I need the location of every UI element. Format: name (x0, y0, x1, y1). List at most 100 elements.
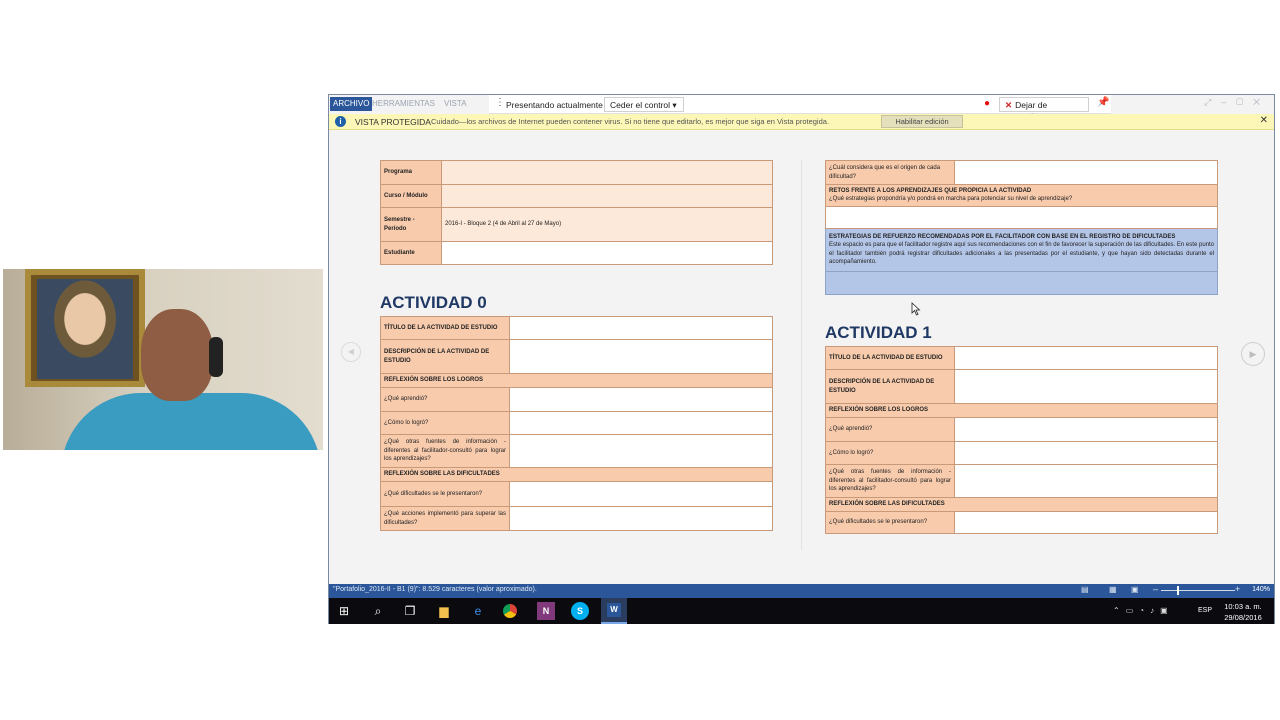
painting-image (37, 279, 133, 379)
estrategias-title: ESTRATEGIAS DE REFUERZO RECOMENDADAS POR… (829, 234, 1176, 240)
label-que-aprendio: ¿Qué aprendió? (825, 417, 955, 442)
table-row: ¿Qué otras fuentes de información - dife… (380, 434, 773, 468)
protected-view-message: Cuidado—los archivos de Internet pueden … (431, 117, 830, 126)
search-icon[interactable]: ⌕ (369, 602, 387, 620)
taskbar-clock[interactable]: 10:03 a. m. 29/08/2016 (1217, 601, 1269, 623)
cell-origen[interactable] (954, 160, 1218, 185)
webcam-video (3, 269, 323, 450)
edge-browser-icon[interactable]: e (469, 602, 487, 620)
pin-icon[interactable]: 📌 (1097, 97, 1109, 108)
table-row: ¿Cuál considera que es el origen de cada… (825, 160, 1218, 185)
label-origen: ¿Cuál considera que es el origen de cada… (825, 160, 955, 185)
zoom-slider-thumb[interactable] (1177, 586, 1179, 595)
table-row: ¿Qué dificultades se le presentaron? (825, 511, 1218, 534)
cell-titulo[interactable] (509, 316, 773, 340)
cell-que-aprendio[interactable] (954, 417, 1218, 442)
file-explorer-icon[interactable]: ▆ (435, 602, 453, 620)
previous-page-button[interactable]: ◀ (341, 342, 361, 362)
table-row: REFLEXIÓN SOBRE LAS DIFICULTADES (380, 467, 773, 482)
tab-vista[interactable]: VISTA (441, 97, 470, 111)
table-row: TÍTULO DE LA ACTIVIDAD DE ESTUDIO (380, 316, 773, 340)
estrategias-text: Este espacio es para que el facilitador … (829, 242, 1214, 266)
presenter (61, 309, 321, 450)
label-que-dificultades: ¿Qué dificultades se le presentaron? (825, 511, 955, 534)
value-curso[interactable] (441, 184, 773, 208)
close-icon[interactable]: ✕ (1260, 115, 1268, 126)
table-row: Curso / Módulo (380, 184, 773, 208)
system-tray-icons[interactable]: ⌃▭◔♪▣ (1113, 606, 1174, 615)
label-como-logro: ¿Cómo lo logró? (380, 411, 510, 435)
table-row: ¿Qué otras fuentes de información - dife… (825, 464, 1218, 498)
cell-como-logro[interactable] (954, 441, 1218, 465)
headset-icon (209, 337, 223, 377)
protected-view-title: VISTA PROTEGIDA (355, 117, 431, 127)
stop-presenting-button[interactable]: ✕Dejar de presentar (999, 97, 1089, 121)
skype-icon[interactable]: S (571, 602, 589, 620)
label-titulo: TÍTULO DE LA ACTIVIDAD DE ESTUDIO (825, 346, 955, 370)
presenting-toolbar: ⋮ Presentando actualmente Ceder el contr… (489, 95, 1111, 121)
print-layout-icon[interactable]: ▦ (1109, 585, 1117, 594)
document-area[interactable]: ◀ ▶ Programa Curso / Módulo Semestre - P… (329, 130, 1274, 584)
onenote-icon[interactable]: N (537, 602, 555, 620)
section-reflexion-logros: REFLEXIÓN SOBRE LOS LOGROS (380, 373, 773, 388)
ribbon: ARCHIVO HERRAMIENTAS VISTA ⋮ Presentando… (329, 95, 1274, 121)
value-programa[interactable] (441, 160, 773, 185)
close-icon: ✕ (1005, 100, 1013, 110)
drag-handle-icon[interactable]: ⋮ (495, 97, 505, 108)
table-row: Programa (380, 160, 773, 185)
zoom-in-icon[interactable]: + (1235, 584, 1240, 594)
window-controls[interactable]: ⤢–▢✕ (1204, 97, 1270, 108)
task-view-icon[interactable]: ❐ (401, 602, 419, 620)
value-semestre[interactable]: 2016-I - Bloque 2 (4 de Abril al 27 de M… (441, 207, 773, 242)
enable-editing-button[interactable]: Habilitar edición (881, 115, 963, 128)
label-titulo: TÍTULO DE LA ACTIVIDAD DE ESTUDIO (380, 316, 510, 340)
zoom-level[interactable]: 140% (1252, 586, 1270, 593)
cell-retos[interactable] (825, 205, 1218, 229)
zoom-out-icon[interactable]: – (1153, 584, 1158, 594)
page-divider (801, 160, 802, 550)
cell-titulo[interactable] (954, 346, 1218, 370)
label-fuentes: ¿Qué otras fuentes de información - dife… (825, 464, 955, 498)
cell-como-logro[interactable] (509, 411, 773, 435)
recording-icon: ● (984, 98, 991, 109)
table-row (825, 205, 1218, 229)
give-control-label: Ceder el control (610, 100, 671, 110)
windows-start-icon[interactable]: ⊞ (335, 602, 353, 620)
cell-estrategias[interactable] (825, 270, 1218, 295)
label-programa: Programa (380, 160, 442, 185)
table-row: REFLEXIÓN SOBRE LOS LOGROS (825, 403, 1218, 418)
activity-0-table: TÍTULO DE LA ACTIVIDAD DE ESTUDIO DESCRI… (380, 316, 773, 531)
web-layout-icon[interactable]: ▣ (1131, 585, 1139, 594)
windows-taskbar: ⊞ ⌕ ❐ ▆ e N S W ⌃▭◔♪▣ ESP 10:03 a. m. 29… (329, 598, 1274, 624)
chrome-icon[interactable] (503, 604, 517, 618)
table-row: DESCRIPCIÓN DE LA ACTIVIDAD DE ESTUDIO (825, 369, 1218, 404)
cell-que-acciones[interactable] (509, 506, 773, 531)
next-page-button[interactable]: ▶ (1241, 342, 1265, 366)
label-semestre: Semestre - Período (380, 207, 442, 242)
cell-descripcion[interactable] (954, 369, 1218, 404)
presenting-label: Presentando actualmente (506, 100, 603, 110)
cell-fuentes[interactable] (509, 434, 773, 468)
cell-que-aprendio[interactable] (509, 387, 773, 412)
value-estudiante[interactable] (441, 241, 773, 265)
word-icon[interactable]: W (601, 598, 627, 624)
read-mode-icon[interactable]: ▤ (1081, 585, 1089, 594)
tab-archivo[interactable]: ARCHIVO (330, 97, 373, 111)
cell-fuentes[interactable] (954, 464, 1218, 498)
table-row: Estudiante (380, 241, 773, 265)
activity-1-table: TÍTULO DE LA ACTIVIDAD DE ESTUDIO DESCRI… (825, 346, 1218, 534)
cell-descripcion[interactable] (509, 339, 773, 374)
shield-icon: i (335, 116, 346, 127)
cell-que-dificultades[interactable] (954, 511, 1218, 534)
table-row (825, 270, 1218, 295)
input-language[interactable]: ESP (1198, 607, 1212, 614)
tab-herramientas[interactable]: HERRAMIENTAS (369, 97, 438, 111)
cell-que-dificultades[interactable] (509, 481, 773, 507)
zoom-slider[interactable] (1161, 590, 1235, 591)
give-control-dropdown[interactable]: Ceder el control ▾ (604, 97, 684, 112)
retos-question: ¿Qué estrategias propondría y/o pondrá e… (829, 196, 1073, 203)
table-row: RETOS FRENTE A LOS APRENDIZAJES QUE PROP… (825, 184, 1218, 207)
section-reflexion-dificultades: REFLEXIÓN SOBRE LAS DIFICULTADES (825, 497, 1218, 512)
table-row: DESCRIPCIÓN DE LA ACTIVIDAD DE ESTUDIO (380, 339, 773, 374)
table-row: REFLEXIÓN SOBRE LOS LOGROS (380, 373, 773, 388)
